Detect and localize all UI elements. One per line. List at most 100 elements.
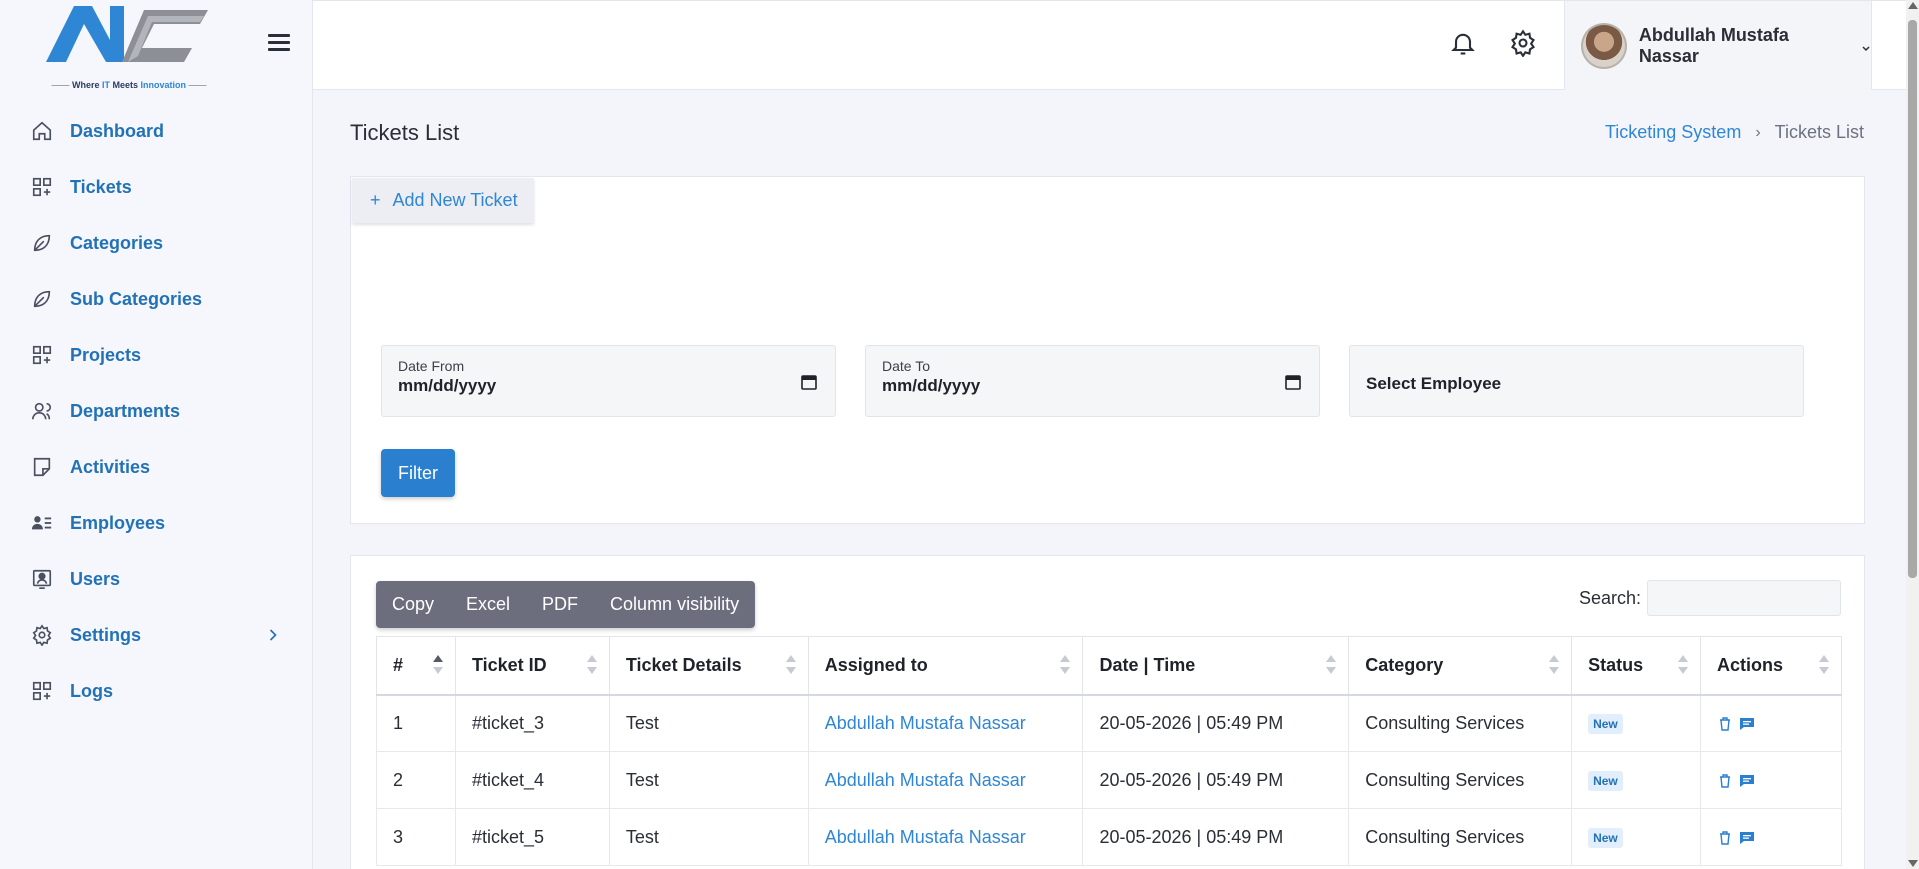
sidebar-item-logs[interactable]: Logs [0,663,313,719]
sidebar-item-label: Departments [70,400,181,421]
sidebar-item-categories[interactable]: Categories [0,215,313,271]
cell-assigned-to: Abdullah Mustafa Nassar [807,694,1084,752]
add-new-ticket-button[interactable]: + Add New Ticket [352,178,534,223]
breadcrumb-parent-link[interactable]: Ticketing System [1605,122,1741,143]
page-scrollbar[interactable] [1906,0,1919,869]
calendar-icon[interactable] [1285,374,1301,390]
sidebar-item-activities[interactable]: Activities [0,439,313,495]
user-name: Abdullah Mustafa Nassar [1638,24,1789,66]
menu-toggle-icon[interactable] [268,34,290,52]
sidebar-item-employees[interactable]: Employees [0,495,313,551]
comment-icon[interactable] [1739,830,1755,846]
leaf-icon [30,287,54,311]
bell-icon[interactable] [1449,29,1477,57]
cell-number: 1 [376,694,456,752]
sidebar-item-label: Employees [70,512,166,533]
column-header-ticket-details[interactable]: Ticket Details [608,636,809,696]
sort-icon [586,655,597,677]
avatar [1581,22,1627,69]
comment-icon[interactable] [1739,716,1755,732]
status-badge: New [1588,714,1623,735]
plus-icon: + [370,190,381,210]
settings-gear-icon[interactable] [1509,29,1537,58]
table-row: 3 #ticket_5 Test Abdullah Mustafa Nassar… [376,808,1842,866]
cell-number: 2 [376,751,456,809]
search-label: Search: [1579,588,1642,608]
sidebar-item-label: Logs [70,680,113,701]
sidebar-item-tickets[interactable]: Tickets [0,159,313,215]
note-icon [30,455,54,479]
tickets-table: # Ticket ID Ticket Details Assigned to D… [376,636,1842,866]
calendar-icon[interactable] [801,374,817,390]
date-to-label: Date To [882,358,930,374]
filter-card: + Add New Ticket Date From mm/dd/yyyy Da… [350,176,1865,524]
cell-ticket-id: #ticket_3 [454,694,610,752]
sort-icon [1326,655,1337,677]
cell-date-time: 20-05-2026 | 05:49 PM [1082,694,1350,752]
top-bar: Abdullah Mustafa Nassar [313,0,1906,90]
id-list-icon [30,511,54,535]
add-new-ticket-label: Add New Ticket [392,190,518,210]
cell-ticket-details: Test [608,751,809,809]
scrollbar-thumb[interactable] [1908,20,1917,578]
column-header-status[interactable]: Status [1571,636,1701,696]
user-menu[interactable]: Abdullah Mustafa Nassar [1564,1,1872,90]
gear-icon [30,623,54,647]
sidebar-item-label: Projects [70,344,142,365]
column-header-ticket-id[interactable]: Ticket ID [454,636,610,696]
cell-actions [1700,751,1842,809]
search-input[interactable] [1647,580,1841,616]
cell-assigned-to: Abdullah Mustafa Nassar [807,808,1084,866]
scroll-down-icon[interactable] [1908,860,1918,867]
sidebar-item-sub-categories[interactable]: Sub Categories [0,271,313,327]
date-from-field[interactable]: Date From mm/dd/yyyy [381,345,836,417]
grid-plus-icon [30,175,54,199]
column-header-actions[interactable]: Actions [1700,636,1842,696]
pdf-button[interactable]: PDF [526,581,594,628]
sidebar-item-users[interactable]: Users [0,551,313,607]
sort-icon [785,655,796,677]
scroll-up-icon[interactable] [1908,2,1918,9]
sidebar-item-label: Tickets [70,176,132,197]
column-header-assigned-to[interactable]: Assigned to [807,636,1084,696]
column-visibility-button[interactable]: Column visibility [594,581,755,628]
column-header-number[interactable]: # [376,636,456,696]
date-from-label: Date From [398,358,465,374]
cell-date-time: 20-05-2026 | 05:49 PM [1082,808,1350,866]
sidebar-nav: Dashboard Tickets Categories Sub Categor… [0,103,313,719]
copy-button[interactable]: Copy [376,581,450,628]
select-employee-dropdown[interactable]: Select Employee [1349,345,1804,417]
sort-icon [1549,655,1560,677]
company-logo[interactable]: —— Where IT Meets Innovation —— [44,2,214,90]
sort-icon [1678,655,1688,677]
cell-category: Consulting Services [1348,751,1573,809]
column-header-date-time[interactable]: Date | Time [1082,636,1350,696]
sidebar-item-departments[interactable]: Departments [0,383,313,439]
assigned-user-link[interactable]: Abdullah Mustafa Nassar [825,770,1026,790]
trash-icon[interactable] [1717,773,1733,789]
excel-button[interactable]: Excel [450,581,526,628]
sidebar-item-label: Categories [70,232,164,253]
sidebar-item-projects[interactable]: Projects [0,327,313,383]
table-header-row: # Ticket ID Ticket Details Assigned to D… [376,636,1842,696]
filter-button[interactable]: Filter [381,449,455,497]
chevron-down-icon [1861,41,1871,51]
cell-category: Consulting Services [1348,694,1573,752]
column-header-category[interactable]: Category [1348,636,1573,696]
sidebar-item-dashboard[interactable]: Dashboard [0,103,313,159]
comment-icon[interactable] [1739,773,1755,789]
sidebar-item-settings[interactable]: Settings [0,607,313,663]
cell-assigned-to: Abdullah Mustafa Nassar [807,751,1084,809]
leaf-icon [30,231,54,255]
assigned-user-link[interactable]: Abdullah Mustafa Nassar [825,713,1026,733]
trash-icon[interactable] [1717,716,1733,732]
chevron-right-icon[interactable] [263,625,283,645]
table-row: 2 #ticket_4 Test Abdullah Mustafa Nassar… [376,751,1842,809]
assigned-user-link[interactable]: Abdullah Mustafa Nassar [825,827,1026,847]
date-to-field[interactable]: Date To mm/dd/yyyy [865,345,1320,417]
table-row: 1 #ticket_3 Test Abdullah Mustafa Nassar… [376,694,1842,752]
breadcrumb: Ticketing System › Tickets List [1605,122,1864,143]
cell-ticket-details: Test [608,808,809,866]
trash-icon[interactable] [1717,830,1733,846]
cell-ticket-id: #ticket_4 [454,751,610,809]
